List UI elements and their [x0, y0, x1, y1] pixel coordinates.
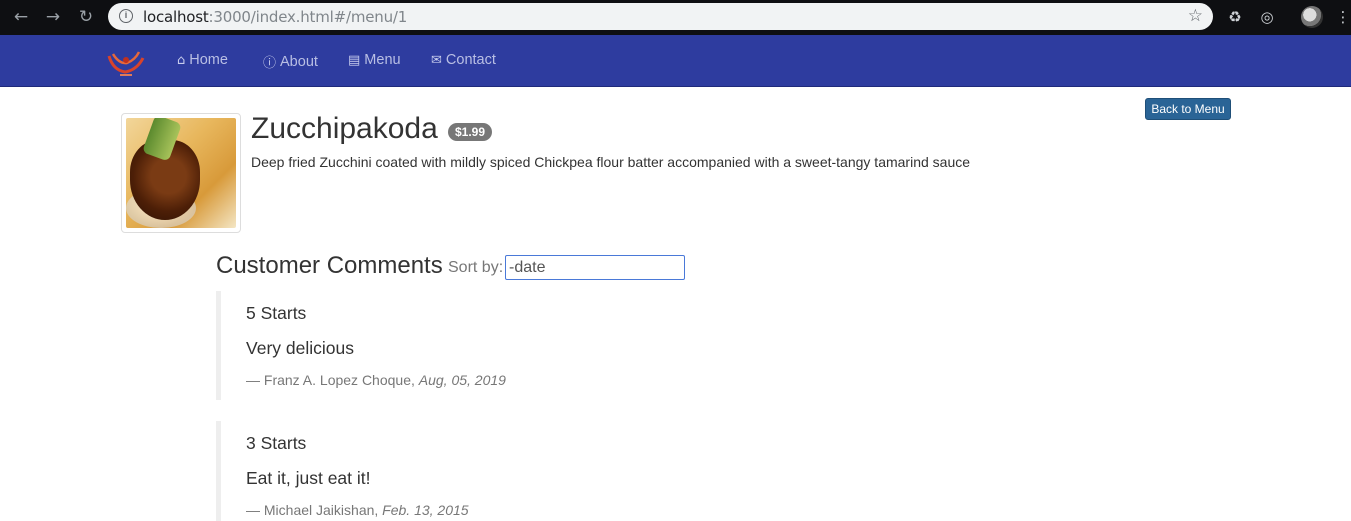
comment-footer: — Franz A. Lopez Choque, Aug, 05, 2019: [246, 372, 506, 388]
nav-contact-label: Contact: [445, 52, 496, 68]
info-icon: ⓘ: [263, 56, 277, 71]
menu-kebab-icon[interactable]: ⋮: [1333, 7, 1351, 27]
comments-heading: Customer Comments: [216, 252, 443, 279]
comment-text: Very delicious: [246, 338, 354, 358]
dish-title: Zucchipakoda: [251, 112, 438, 145]
forward-arrow-icon[interactable]: →: [42, 7, 64, 27]
back-arrow-icon[interactable]: ←: [10, 7, 32, 27]
address-bar[interactable]: i localhost:3000/index.html#/menu/1 ☆: [108, 3, 1213, 30]
comment-item: 3 Starts Eat it, just eat it! — Michael …: [216, 421, 916, 521]
url-host: localhost: [143, 8, 209, 26]
nav-menu-label: Menu: [364, 52, 401, 68]
nav-home-label: Home: [189, 52, 228, 68]
dish-photo: [126, 118, 236, 228]
back-to-menu-button[interactable]: Back to Menu: [1145, 98, 1231, 120]
target-extension-icon[interactable]: ◎: [1257, 7, 1277, 27]
brand-logo[interactable]: [105, 48, 147, 78]
comment-rating: 5 Starts: [246, 303, 307, 323]
navbar: ⌂ Home ⓘ About ▤ Menu ✉ Contact: [0, 35, 1351, 87]
price-badge: $1.99: [448, 123, 493, 141]
url-text[interactable]: localhost:3000/index.html#/menu/1: [143, 8, 407, 26]
nav-contact[interactable]: ✉ Contact: [431, 52, 496, 68]
browser-toolbar: ← → ↻ i localhost:3000/index.html#/menu/…: [0, 0, 1351, 35]
comment-date: Feb. 13, 2015: [382, 502, 469, 518]
sort-label: Sort by:: [448, 259, 504, 276]
nav-about[interactable]: ⓘ About: [263, 52, 318, 72]
recycle-extension-icon[interactable]: ♻: [1225, 7, 1245, 27]
nav-menu[interactable]: ▤ Menu: [348, 52, 401, 68]
dish-description: Deep fried Zucchini coated with mildly s…: [251, 154, 971, 170]
list-icon: ▤: [348, 52, 361, 68]
comment-footer: — Michael Jaikishan, Feb. 13, 2015: [246, 502, 469, 518]
comment-item: 5 Starts Very delicious — Franz A. Lopez…: [216, 291, 916, 400]
bookmark-star-icon[interactable]: ☆: [1188, 6, 1203, 26]
reload-icon[interactable]: ↻: [75, 7, 97, 27]
dish-image: [121, 113, 241, 233]
comment-author: — Michael Jaikishan,: [246, 502, 379, 518]
profile-avatar[interactable]: [1301, 6, 1323, 28]
comment-author: — Franz A. Lopez Choque,: [246, 372, 415, 388]
comment-text: Eat it, just eat it!: [246, 468, 371, 488]
nav-home[interactable]: ⌂ Home: [177, 52, 228, 68]
site-info-icon[interactable]: i: [119, 9, 133, 23]
envelope-icon: ✉: [431, 52, 442, 68]
nav-about-label: About: [280, 53, 318, 70]
home-icon: ⌂: [177, 52, 186, 68]
url-path: :3000/index.html#/menu/1: [208, 8, 408, 26]
comment-date: Aug, 05, 2019: [418, 372, 506, 388]
sort-input[interactable]: [505, 255, 685, 280]
comment-rating: 3 Starts: [246, 433, 307, 453]
